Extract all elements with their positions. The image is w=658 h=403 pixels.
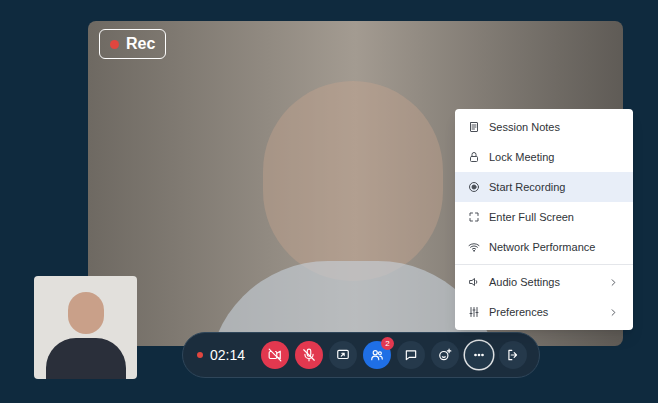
menu-item[interactable]: Network Performance: [455, 232, 633, 262]
menu-item-label: Session Notes: [489, 119, 619, 136]
lock-icon: [468, 151, 480, 163]
record-icon: [468, 181, 480, 193]
menu-item[interactable]: Preferences: [455, 297, 633, 327]
submenu-arrow: [608, 307, 619, 318]
leave-icon: [506, 348, 520, 362]
wifi-icon: [468, 241, 480, 253]
menu-item[interactable]: Audio Settings: [455, 267, 633, 297]
more-icon: [472, 348, 486, 362]
call-timer: 02:14: [210, 345, 245, 366]
fullscreen-icon: [468, 211, 480, 223]
notes-icon: [468, 121, 480, 133]
speaker-icon: [468, 276, 480, 288]
screen-share-icon: [336, 348, 350, 362]
menu-item-label: Preferences: [489, 304, 599, 321]
chevron-right-icon: [608, 307, 619, 318]
meeting-screen: Rec 02:14 2 Session Notes Lock Meeting Star…: [0, 0, 658, 403]
menu-item-label: Enter Full Screen: [489, 209, 619, 226]
menu-item[interactable]: Lock Meeting: [455, 142, 633, 172]
participant-count-badge: 2: [381, 337, 394, 350]
chat-icon: [404, 348, 418, 362]
more-button[interactable]: [465, 341, 493, 369]
reactions-button[interactable]: [431, 341, 459, 369]
more-menu: Session Notes Lock Meeting Start Recording…: [455, 109, 633, 330]
self-video: [34, 276, 137, 379]
menu-item[interactable]: Session Notes: [455, 112, 633, 142]
submenu-arrow: [608, 277, 619, 288]
chevron-right-icon: [608, 277, 619, 288]
camera-button[interactable]: [261, 341, 289, 369]
recording-dot: [110, 40, 119, 49]
recording-label: Rec: [126, 36, 155, 52]
menu-item-label: Start Recording: [489, 179, 619, 196]
chat-button[interactable]: [397, 341, 425, 369]
menu-item-label: Lock Meeting: [489, 149, 619, 166]
call-toolbar: 02:14 2: [182, 332, 540, 378]
leave-button[interactable]: [499, 341, 527, 369]
video-off-icon: [268, 348, 282, 362]
mic-off-icon: [302, 348, 316, 362]
share-button[interactable]: [329, 341, 357, 369]
recording-dot: [197, 352, 203, 358]
menu-item-label: Audio Settings: [489, 274, 599, 291]
sliders-icon: [468, 306, 480, 318]
toolbar-buttons: 2: [261, 341, 527, 369]
people-icon: [370, 348, 384, 362]
menu-item[interactable]: Start Recording: [455, 172, 633, 202]
recording-badge: Rec: [99, 29, 166, 59]
menu-item[interactable]: Enter Full Screen: [455, 202, 633, 232]
participants-button[interactable]: 2: [363, 341, 391, 369]
reaction-icon: [438, 348, 452, 362]
mic-button[interactable]: [295, 341, 323, 369]
menu-divider: [455, 264, 633, 265]
menu-item-label: Network Performance: [489, 239, 619, 256]
